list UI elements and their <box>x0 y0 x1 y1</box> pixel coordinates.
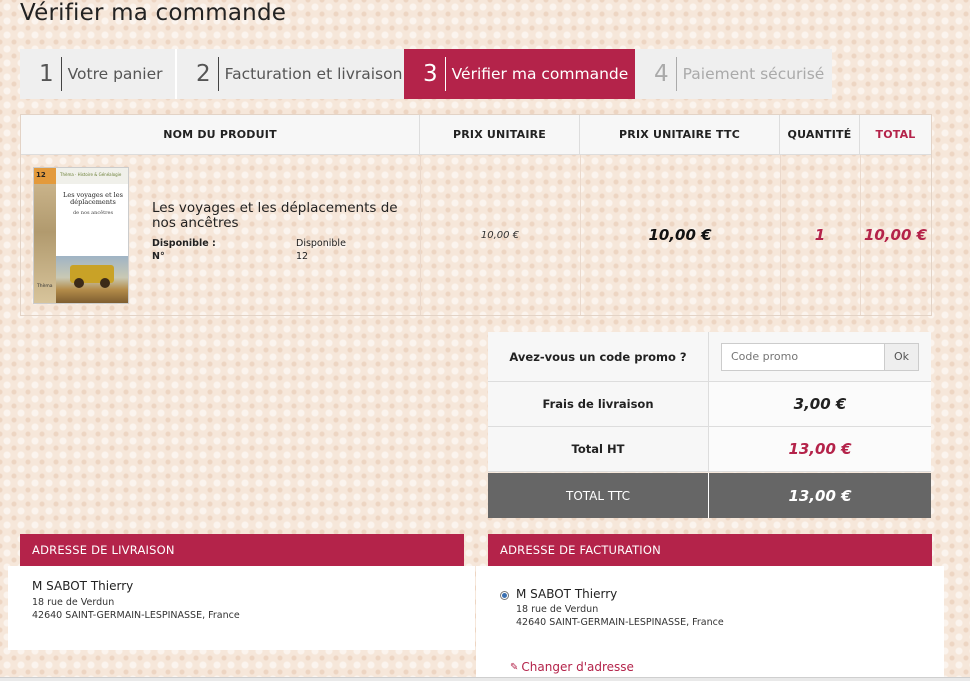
radio-dot-icon <box>502 593 507 598</box>
delivery-address-header: ADRESSE DE LIVRAISON <box>20 534 464 566</box>
header-quantity: QUANTITÉ <box>780 115 860 155</box>
attr-number-label: N° <box>152 251 165 262</box>
wheel-shape <box>100 278 110 288</box>
promo-row: Avez-vous un code promo ? Ok <box>488 332 931 382</box>
promo-label: Avez-vous un code promo ? <box>488 332 709 381</box>
product-name[interactable]: Les voyages et les déplacements de nos a… <box>152 201 412 231</box>
cover-series: Thèma · Histoire & Généalogie <box>60 172 122 177</box>
cart-table: NOM DU PRODUIT PRIX UNITAIRE PRIX UNITAI… <box>20 114 932 316</box>
horizontal-scrollbar[interactable] <box>0 677 970 681</box>
delivery-street: 18 rue de Verdun <box>32 597 115 608</box>
total-ttc-label: TOTAL TTC <box>488 473 709 518</box>
step-number: 2 <box>196 60 211 87</box>
billing-address-panel: M SABOT Thierry 18 rue de Verdun 42640 S… <box>476 566 944 681</box>
delivery-address-panel: M SABOT Thierry 18 rue de Verdun 42640 S… <box>8 566 475 650</box>
step-separator <box>444 57 446 91</box>
product-image[interactable]: 12 Thèma · Histoire & Généalogie Les voy… <box>33 167 129 304</box>
unit-price-ttc-value: 10,00 € <box>648 226 712 244</box>
step-secure-payment: 4 Paiement sécurisé <box>635 49 832 99</box>
total-ttc-value: 13,00 € <box>709 473 931 518</box>
promo-code-input[interactable] <box>721 342 885 371</box>
wheel-shape <box>74 278 84 288</box>
step-number: 4 <box>654 60 669 87</box>
billing-city: 42640 SAINT-GERMAIN-LESPINASSE, France <box>516 617 724 628</box>
step-number: 1 <box>39 60 54 87</box>
cover-number: 12 <box>36 171 46 179</box>
change-address-link[interactable]: ✎ Changer d'adresse <box>510 660 634 674</box>
delivery-name: M SABOT Thierry <box>32 579 134 593</box>
attr-availability-value: Disponible <box>296 238 346 249</box>
step-label: Votre panier <box>67 65 163 83</box>
step-billing-delivery[interactable]: 2 Facturation et livraison <box>177 49 404 99</box>
pencil-icon: ✎ <box>510 661 519 673</box>
step-cart[interactable]: 1 Votre panier <box>20 49 175 99</box>
delivery-city: 42640 SAINT-GERMAIN-LESPINASSE, France <box>32 610 240 621</box>
total-ttc-row: TOTAL TTC 13,00 € <box>488 473 931 518</box>
promo-ok-button[interactable]: Ok <box>885 342 919 371</box>
shipping-value: 3,00 € <box>709 382 931 426</box>
billing-street: 18 rue de Verdun <box>516 604 599 615</box>
attr-number-value: 12 <box>296 251 309 262</box>
cover-brand: Thèma <box>37 284 53 289</box>
step-label: Facturation et livraison <box>224 65 403 83</box>
header-product: NOM DU PRODUIT <box>21 115 420 155</box>
attr-availability-label: Disponible : <box>152 238 216 249</box>
billing-address-radio[interactable] <box>500 591 509 600</box>
promo-form: Ok <box>709 332 931 381</box>
quantity-value: 1 <box>814 226 826 244</box>
cover-title: Les voyages et les déplacements <box>63 191 123 207</box>
total-ht-value: 13,00 € <box>709 427 931 471</box>
total-ht-row: Total HT 13,00 € <box>488 427 931 472</box>
step-separator <box>217 57 219 91</box>
total-ht-label: Total HT <box>488 427 709 471</box>
step-separator <box>675 57 677 91</box>
step-separator <box>60 57 62 91</box>
step-verify-order[interactable]: 3 Vérifier ma commande <box>404 49 635 99</box>
billing-address-header: ADRESSE DE FACTURATION <box>488 534 932 566</box>
total-value: 10,00 € <box>863 226 928 244</box>
change-address-label: Changer d'adresse <box>521 660 634 674</box>
shipping-label: Frais de livraison <box>488 382 709 426</box>
unit-price-value: 10,00 € <box>480 229 520 241</box>
header-unit-price-ttc: PRIX UNITAIRE TTC <box>580 115 780 155</box>
page-title: Vérifier ma commande <box>20 0 287 26</box>
header-total: TOTAL <box>860 115 931 155</box>
cover-subtitle: de nos ancêtres <box>72 210 114 216</box>
step-label: Paiement sécurisé <box>682 65 825 83</box>
step-number: 3 <box>423 60 438 87</box>
shipping-row: Frais de livraison 3,00 € <box>488 382 931 427</box>
header-unit-price: PRIX UNITAIRE <box>420 115 580 155</box>
step-label: Vérifier ma commande <box>451 65 629 83</box>
billing-name: M SABOT Thierry <box>516 587 618 601</box>
